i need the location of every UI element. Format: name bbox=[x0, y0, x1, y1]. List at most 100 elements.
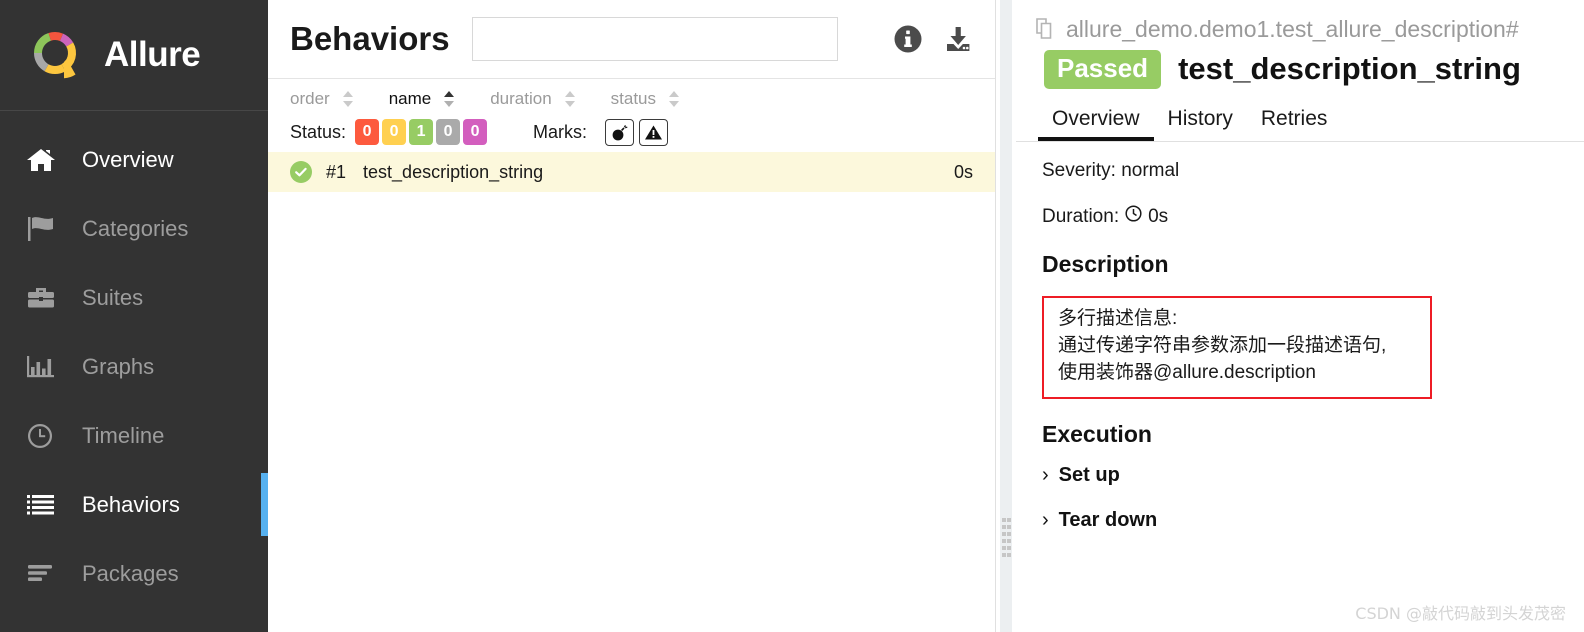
test-detail-panel: allure_demo.demo1.test_allure_descriptio… bbox=[1016, 0, 1584, 632]
download-icon[interactable] bbox=[943, 24, 973, 54]
tab-retries[interactable]: Retries bbox=[1247, 107, 1342, 141]
sort-arrows-icon bbox=[563, 90, 577, 108]
sort-column-label: duration bbox=[490, 88, 552, 108]
test-title: test_description_string bbox=[1178, 51, 1521, 86]
watermark: CSDN @敲代码敲到头发茂密 bbox=[1355, 604, 1566, 623]
home-icon bbox=[26, 147, 64, 173]
sort-column-label: order bbox=[290, 88, 330, 108]
list-panel-header: Behaviors bbox=[268, 0, 995, 79]
test-title-row: Passed test_description_string bbox=[1016, 44, 1584, 94]
status-badge-unknown[interactable]: 0 bbox=[463, 119, 488, 145]
execution-step-label: Tear down bbox=[1058, 508, 1158, 531]
description-box: 多行描述信息: 通过传递字符串参数添加一段描述语句, 使用装饰器@allure.… bbox=[1042, 296, 1432, 399]
passed-check-icon bbox=[290, 161, 312, 183]
sidebar-item-label: Overview bbox=[82, 146, 174, 172]
chevron-right-icon: › bbox=[1042, 463, 1049, 486]
sidebar: Allure Overview Categories Suites Graphs… bbox=[0, 0, 268, 632]
row-duration: 0s bbox=[953, 161, 973, 182]
brand-header[interactable]: Allure bbox=[0, 0, 268, 111]
table-row[interactable]: #1 test_description_string 0s bbox=[268, 152, 995, 192]
status-badge-passed[interactable]: 1 bbox=[409, 119, 434, 145]
detail-tabs: Overview History Retries bbox=[1016, 94, 1584, 142]
bar-chart-icon bbox=[26, 354, 64, 380]
sidebar-item-label: Graphs bbox=[82, 353, 155, 379]
row-order: #1 bbox=[326, 161, 347, 182]
behaviors-list-panel: Behaviors order name duration status Sta… bbox=[268, 0, 996, 632]
panel-splitter[interactable] bbox=[996, 0, 1016, 632]
sort-arrows-icon bbox=[442, 90, 456, 108]
sidebar-item-label: Behaviors bbox=[82, 491, 180, 517]
sort-column-status[interactable]: status bbox=[611, 89, 681, 109]
clock-icon bbox=[1125, 205, 1142, 228]
detail-content: Severity: normal Duration: 0s Descriptio… bbox=[1016, 142, 1584, 532]
duration-line: Duration: 0s bbox=[1042, 205, 1584, 228]
execution-step-tear-down[interactable]: › Tear down bbox=[1042, 509, 1584, 532]
sidebar-nav: Overview Categories Suites Graphs Timeli… bbox=[0, 111, 268, 608]
flag-icon bbox=[26, 216, 64, 242]
stack-icon bbox=[26, 561, 64, 587]
sort-arrows-icon bbox=[667, 90, 681, 108]
info-icon[interactable] bbox=[893, 24, 923, 54]
sort-arrows-icon bbox=[341, 90, 355, 108]
tab-history[interactable]: History bbox=[1154, 107, 1247, 141]
sidebar-item-categories[interactable]: Categories bbox=[0, 194, 268, 263]
status-badge: Passed bbox=[1044, 49, 1162, 89]
filter-row: Status: 0 0 1 0 0 Marks: bbox=[268, 112, 995, 152]
row-name: test_description_string bbox=[363, 161, 544, 182]
execution-step-set-up[interactable]: › Set up bbox=[1042, 464, 1584, 487]
description-line: 多行描述信息: bbox=[1058, 308, 1178, 329]
execution-heading: Execution bbox=[1042, 420, 1152, 447]
header-icon-group bbox=[893, 24, 973, 54]
marks-filter-group: Marks: bbox=[533, 118, 669, 146]
sort-column-label: status bbox=[610, 88, 657, 108]
sidebar-item-overview[interactable]: Overview bbox=[0, 125, 268, 194]
severity-line: Severity: normal bbox=[1042, 160, 1584, 182]
warning-triangle-icon[interactable] bbox=[639, 118, 669, 146]
severity-text: Severity: normal bbox=[1042, 160, 1180, 181]
breadcrumb: allure_demo.demo1.test_allure_descriptio… bbox=[1016, 0, 1584, 44]
sort-column-order[interactable]: order bbox=[290, 89, 355, 109]
sidebar-item-label: Categories bbox=[82, 215, 189, 241]
sort-column-duration[interactable]: duration bbox=[490, 89, 576, 109]
status-badge-broken[interactable]: 0 bbox=[382, 119, 407, 145]
clock-icon bbox=[26, 423, 64, 449]
marks-buttons bbox=[605, 118, 669, 146]
description-line: 使用装饰器@allure.description bbox=[1058, 361, 1316, 383]
splitter-grip-handle[interactable] bbox=[1002, 518, 1011, 557]
description-heading: Description bbox=[1042, 251, 1169, 277]
sidebar-item-label: Timeline bbox=[82, 422, 165, 448]
search-input[interactable] bbox=[471, 17, 838, 61]
marks-filter-label: Marks: bbox=[533, 121, 588, 142]
brand-name: Allure bbox=[104, 35, 201, 74]
chevron-right-icon: › bbox=[1042, 508, 1049, 531]
sidebar-item-behaviors[interactable]: Behaviors bbox=[0, 470, 268, 539]
briefcase-icon bbox=[26, 285, 64, 311]
sidebar-item-packages[interactable]: Packages bbox=[0, 539, 268, 608]
test-list: #1 test_description_string 0s bbox=[268, 152, 995, 632]
allure-report-app: Allure Overview Categories Suites Graphs… bbox=[0, 0, 1584, 632]
breadcrumb-text: allure_demo.demo1.test_allure_descriptio… bbox=[1066, 15, 1519, 42]
description-line: 通过传递字符串参数添加一段描述语句, bbox=[1058, 334, 1387, 356]
execution-step-label: Set up bbox=[1058, 463, 1120, 486]
page-title: Behaviors bbox=[290, 20, 450, 57]
list-icon bbox=[26, 492, 64, 518]
status-badge-group: 0 0 1 0 0 bbox=[355, 119, 488, 145]
sidebar-item-timeline[interactable]: Timeline bbox=[0, 401, 268, 470]
duration-label: Duration: bbox=[1042, 205, 1120, 227]
duration-value: 0s bbox=[1148, 205, 1169, 227]
sort-column-name[interactable]: name bbox=[389, 89, 457, 109]
tab-overview[interactable]: Overview bbox=[1038, 107, 1154, 141]
sidebar-item-suites[interactable]: Suites bbox=[0, 263, 268, 332]
active-accent-bar bbox=[261, 473, 268, 536]
status-badge-skipped[interactable]: 0 bbox=[436, 119, 461, 145]
allure-donut-logo bbox=[26, 26, 84, 84]
copy-icon[interactable] bbox=[1034, 17, 1056, 41]
sidebar-item-graphs[interactable]: Graphs bbox=[0, 332, 268, 401]
status-badge-failed[interactable]: 0 bbox=[355, 119, 380, 145]
status-filter-label: Status: bbox=[290, 121, 347, 142]
sort-column-label: name bbox=[388, 88, 432, 108]
sidebar-item-label: Packages bbox=[82, 560, 179, 586]
sort-header-row: order name duration status bbox=[268, 79, 995, 112]
bomb-icon[interactable] bbox=[605, 118, 635, 146]
sidebar-item-label: Suites bbox=[82, 284, 144, 310]
